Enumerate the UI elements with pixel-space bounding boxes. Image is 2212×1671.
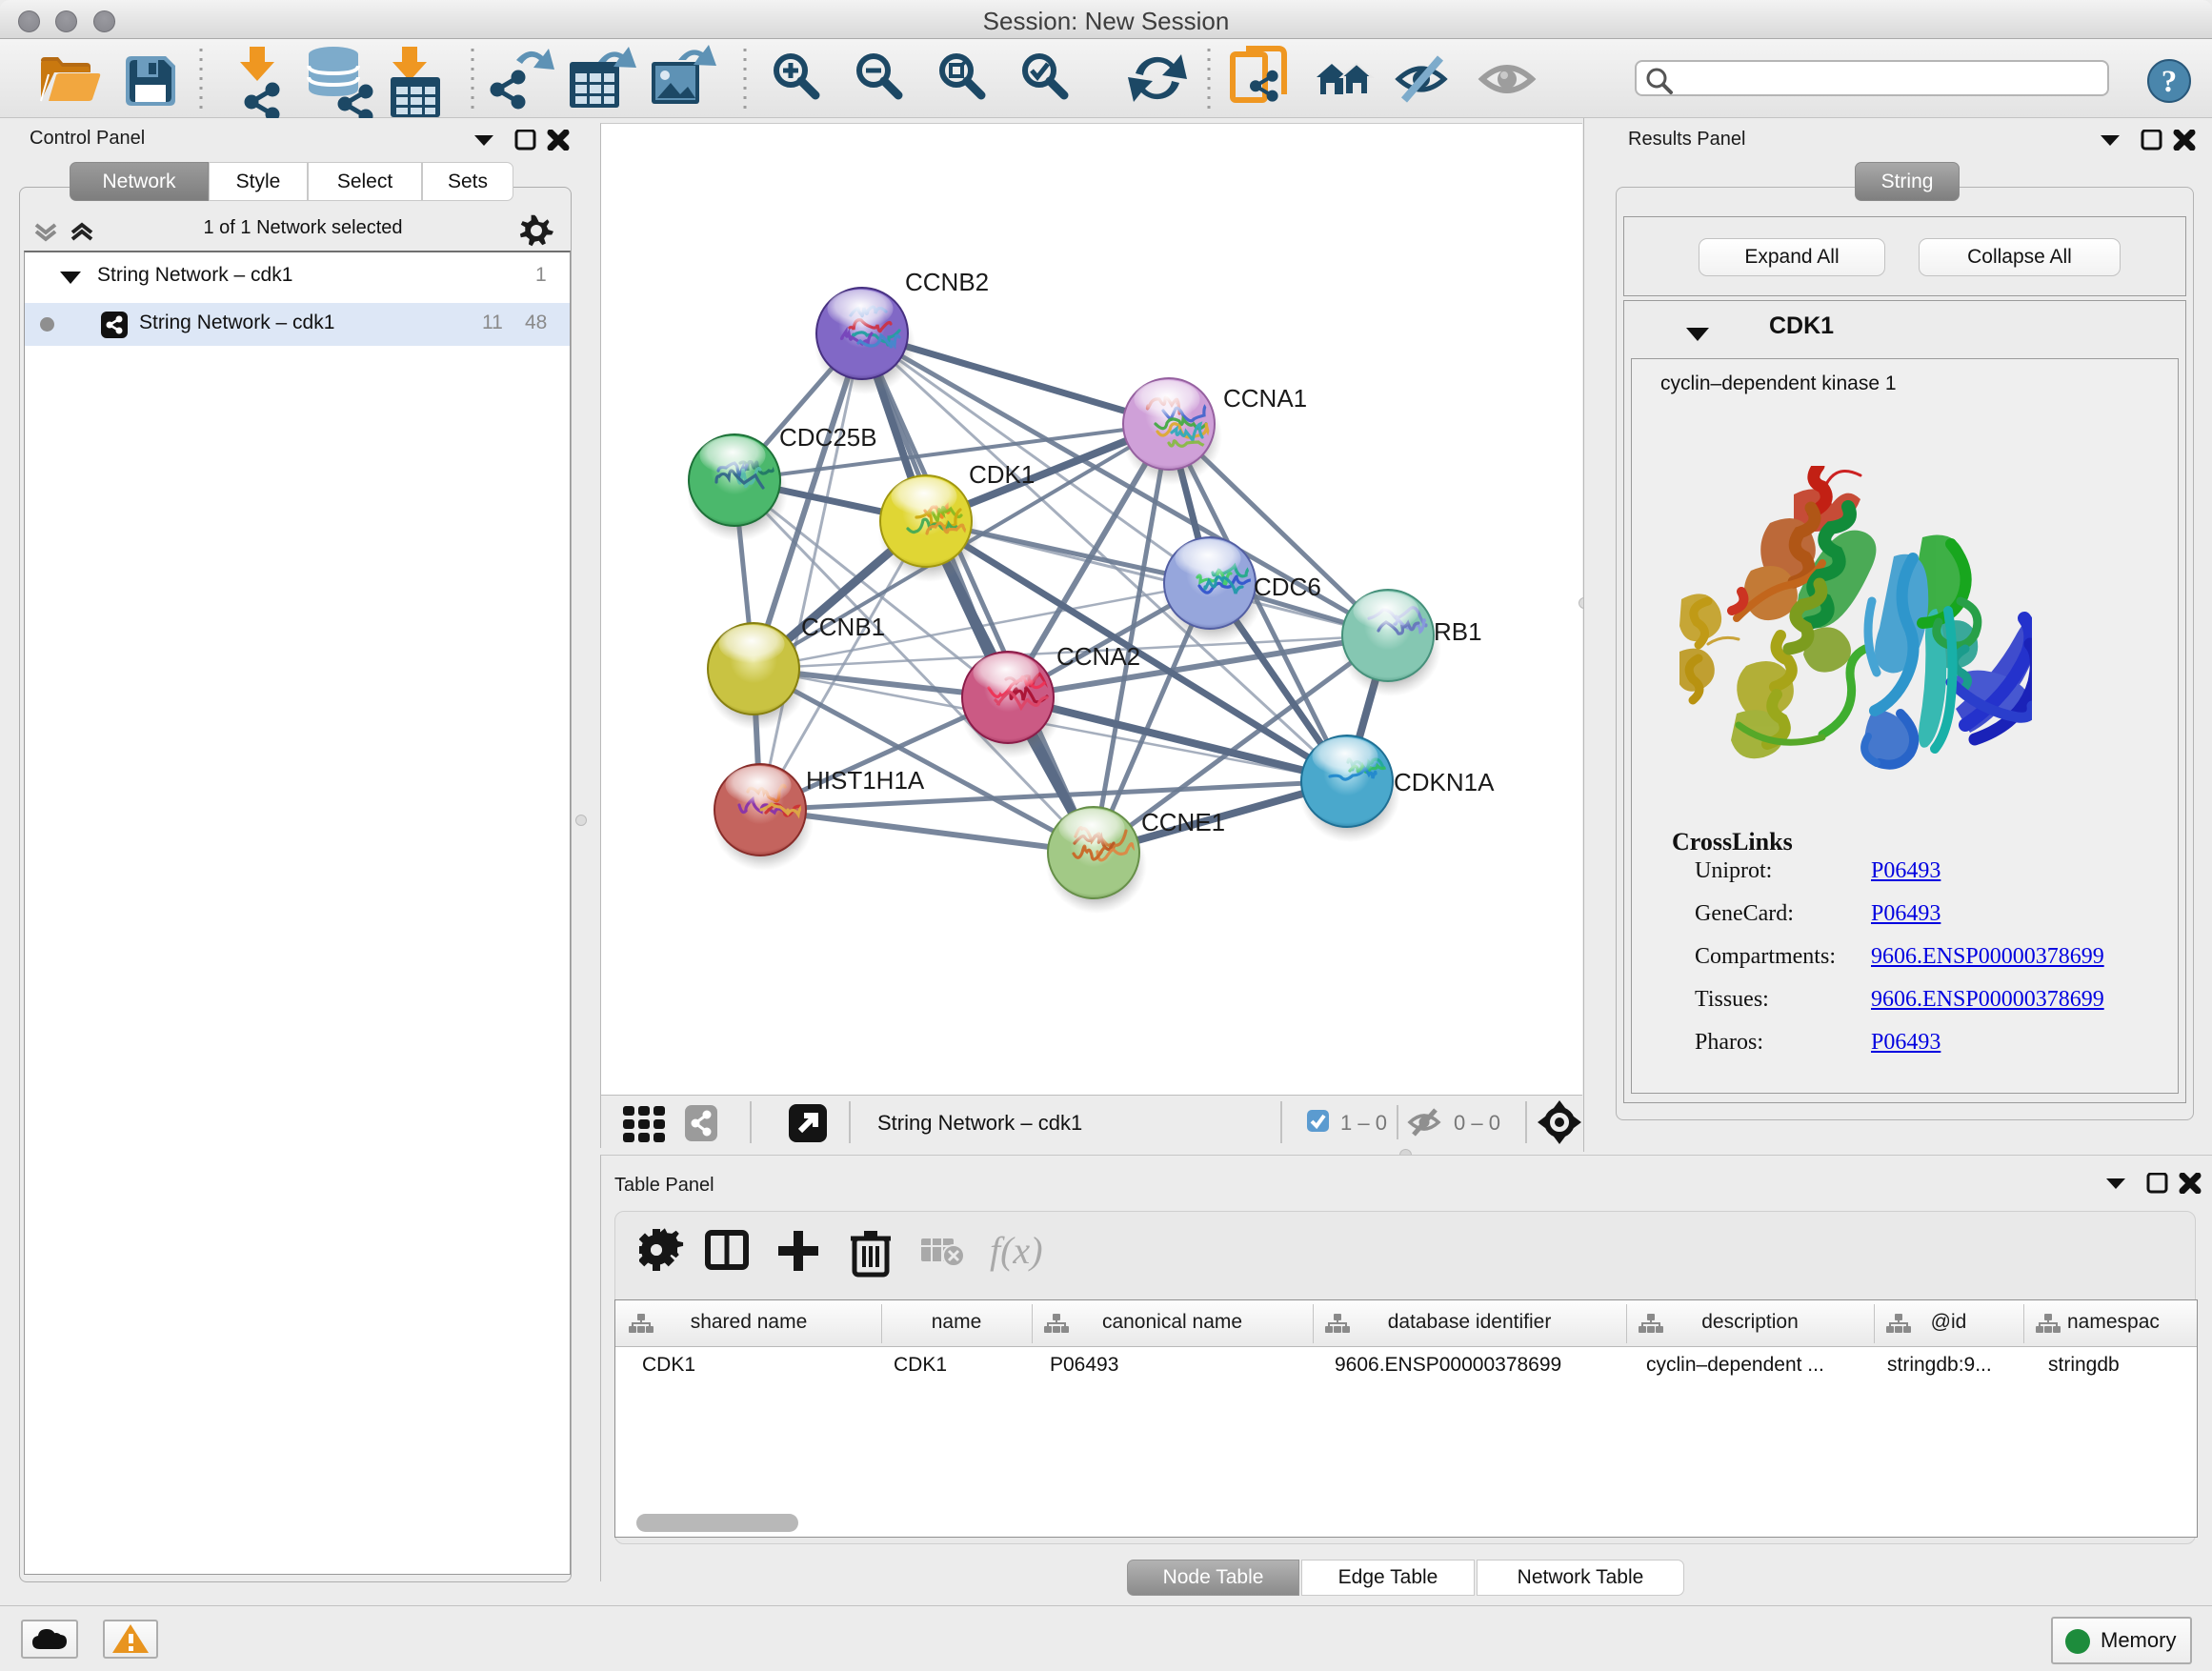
svg-text:0 – 0: 0 – 0 bbox=[1454, 1111, 1500, 1135]
svg-text:1 – 0: 1 – 0 bbox=[1340, 1111, 1387, 1135]
svg-text:CDKN1A: CDKN1A bbox=[1394, 768, 1495, 796]
svg-text:CCNB1: CCNB1 bbox=[801, 613, 885, 641]
svg-text:f(x): f(x) bbox=[990, 1229, 1043, 1272]
svg-text:CCNA2: CCNA2 bbox=[1056, 642, 1140, 671]
svg-text:HIST1H1A: HIST1H1A bbox=[806, 766, 925, 795]
svg-text:String Network – cdk1: String Network – cdk1 bbox=[877, 1111, 1082, 1135]
svg-text:CDC6: CDC6 bbox=[1254, 573, 1321, 601]
svg-text:RB1: RB1 bbox=[1434, 617, 1482, 646]
svg-text:CDC25B: CDC25B bbox=[779, 423, 877, 452]
svg-text:CDK1: CDK1 bbox=[969, 460, 1035, 489]
svg-text:CCNE1: CCNE1 bbox=[1141, 808, 1225, 836]
svg-text:CCNB2: CCNB2 bbox=[905, 268, 989, 296]
svg-text:CCNA1: CCNA1 bbox=[1223, 384, 1307, 413]
